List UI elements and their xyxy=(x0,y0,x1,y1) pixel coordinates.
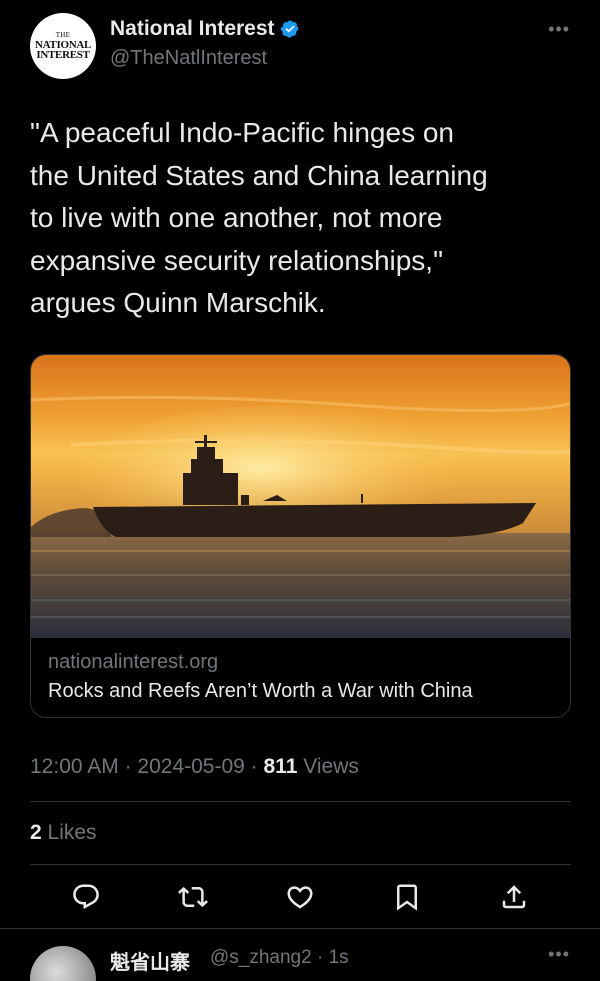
bookmark-icon xyxy=(397,884,417,911)
action-bar xyxy=(30,876,571,920)
reply-preview[interactable]: 魁省山寨 @s_zhang2 · 1s ••• xyxy=(0,930,600,981)
more-options-icon[interactable]: ••• xyxy=(548,19,570,40)
reply-icon xyxy=(73,884,99,910)
card-title[interactable]: Rocks and Reefs Aren’t Worth a War with … xyxy=(48,680,473,703)
divider xyxy=(30,801,571,802)
tweet-meta: 12:00 AM · 2024-05-09 · 811 Views xyxy=(30,755,359,779)
likes-count: 2 xyxy=(30,821,42,844)
avatar-logo-line3: INTEREST xyxy=(36,49,90,61)
author-avatar[interactable]: THE NATIONAL INTEREST xyxy=(30,13,96,79)
tweet-header: THE NATIONAL INTEREST National Interest … xyxy=(30,13,570,79)
tweet-date[interactable]: 2024-05-09 xyxy=(137,755,244,778)
bookmark-button[interactable] xyxy=(392,882,422,912)
share-icon xyxy=(502,885,526,909)
verified-badge-icon xyxy=(280,19,300,39)
author-name-row: National Interest xyxy=(110,17,300,41)
views-label: Views xyxy=(297,755,359,778)
card-domain[interactable]: nationalinterest.org xyxy=(48,651,218,674)
aircraft-carrier-sunset-photo xyxy=(31,355,570,638)
retweet-icon xyxy=(178,886,208,908)
author-display-name[interactable]: National Interest xyxy=(110,17,275,41)
divider xyxy=(30,864,571,865)
likes-stat[interactable]: 2 Likes xyxy=(30,821,97,845)
meta-separator: · xyxy=(118,755,138,778)
likes-label: Likes xyxy=(41,821,97,844)
share-button[interactable] xyxy=(499,882,529,912)
like-button[interactable] xyxy=(285,882,315,912)
reply-handle-time[interactable]: @s_zhang2 · 1s xyxy=(210,947,349,969)
like-icon xyxy=(287,886,313,909)
reply-more-options-icon[interactable]: ••• xyxy=(548,944,570,965)
reply-display-name[interactable]: 魁省山寨 xyxy=(110,946,190,975)
reply-button[interactable] xyxy=(71,882,101,912)
retweet-button[interactable] xyxy=(178,882,208,912)
views-count: 811 xyxy=(263,755,298,778)
tweet-text: "A peaceful Indo-Pacific hinges on the U… xyxy=(30,117,488,318)
meta-separator: · xyxy=(244,755,264,778)
author-handle[interactable]: @TheNatlInterest xyxy=(110,47,267,70)
tweet-time[interactable]: 12:00 AM xyxy=(30,755,119,778)
author-avatar-logo: THE NATIONAL INTEREST xyxy=(34,30,92,61)
link-card[interactable]: nationalinterest.org Rocks and Reefs Are… xyxy=(30,354,571,718)
reply-avatar[interactable] xyxy=(30,946,96,981)
divider xyxy=(0,928,600,929)
